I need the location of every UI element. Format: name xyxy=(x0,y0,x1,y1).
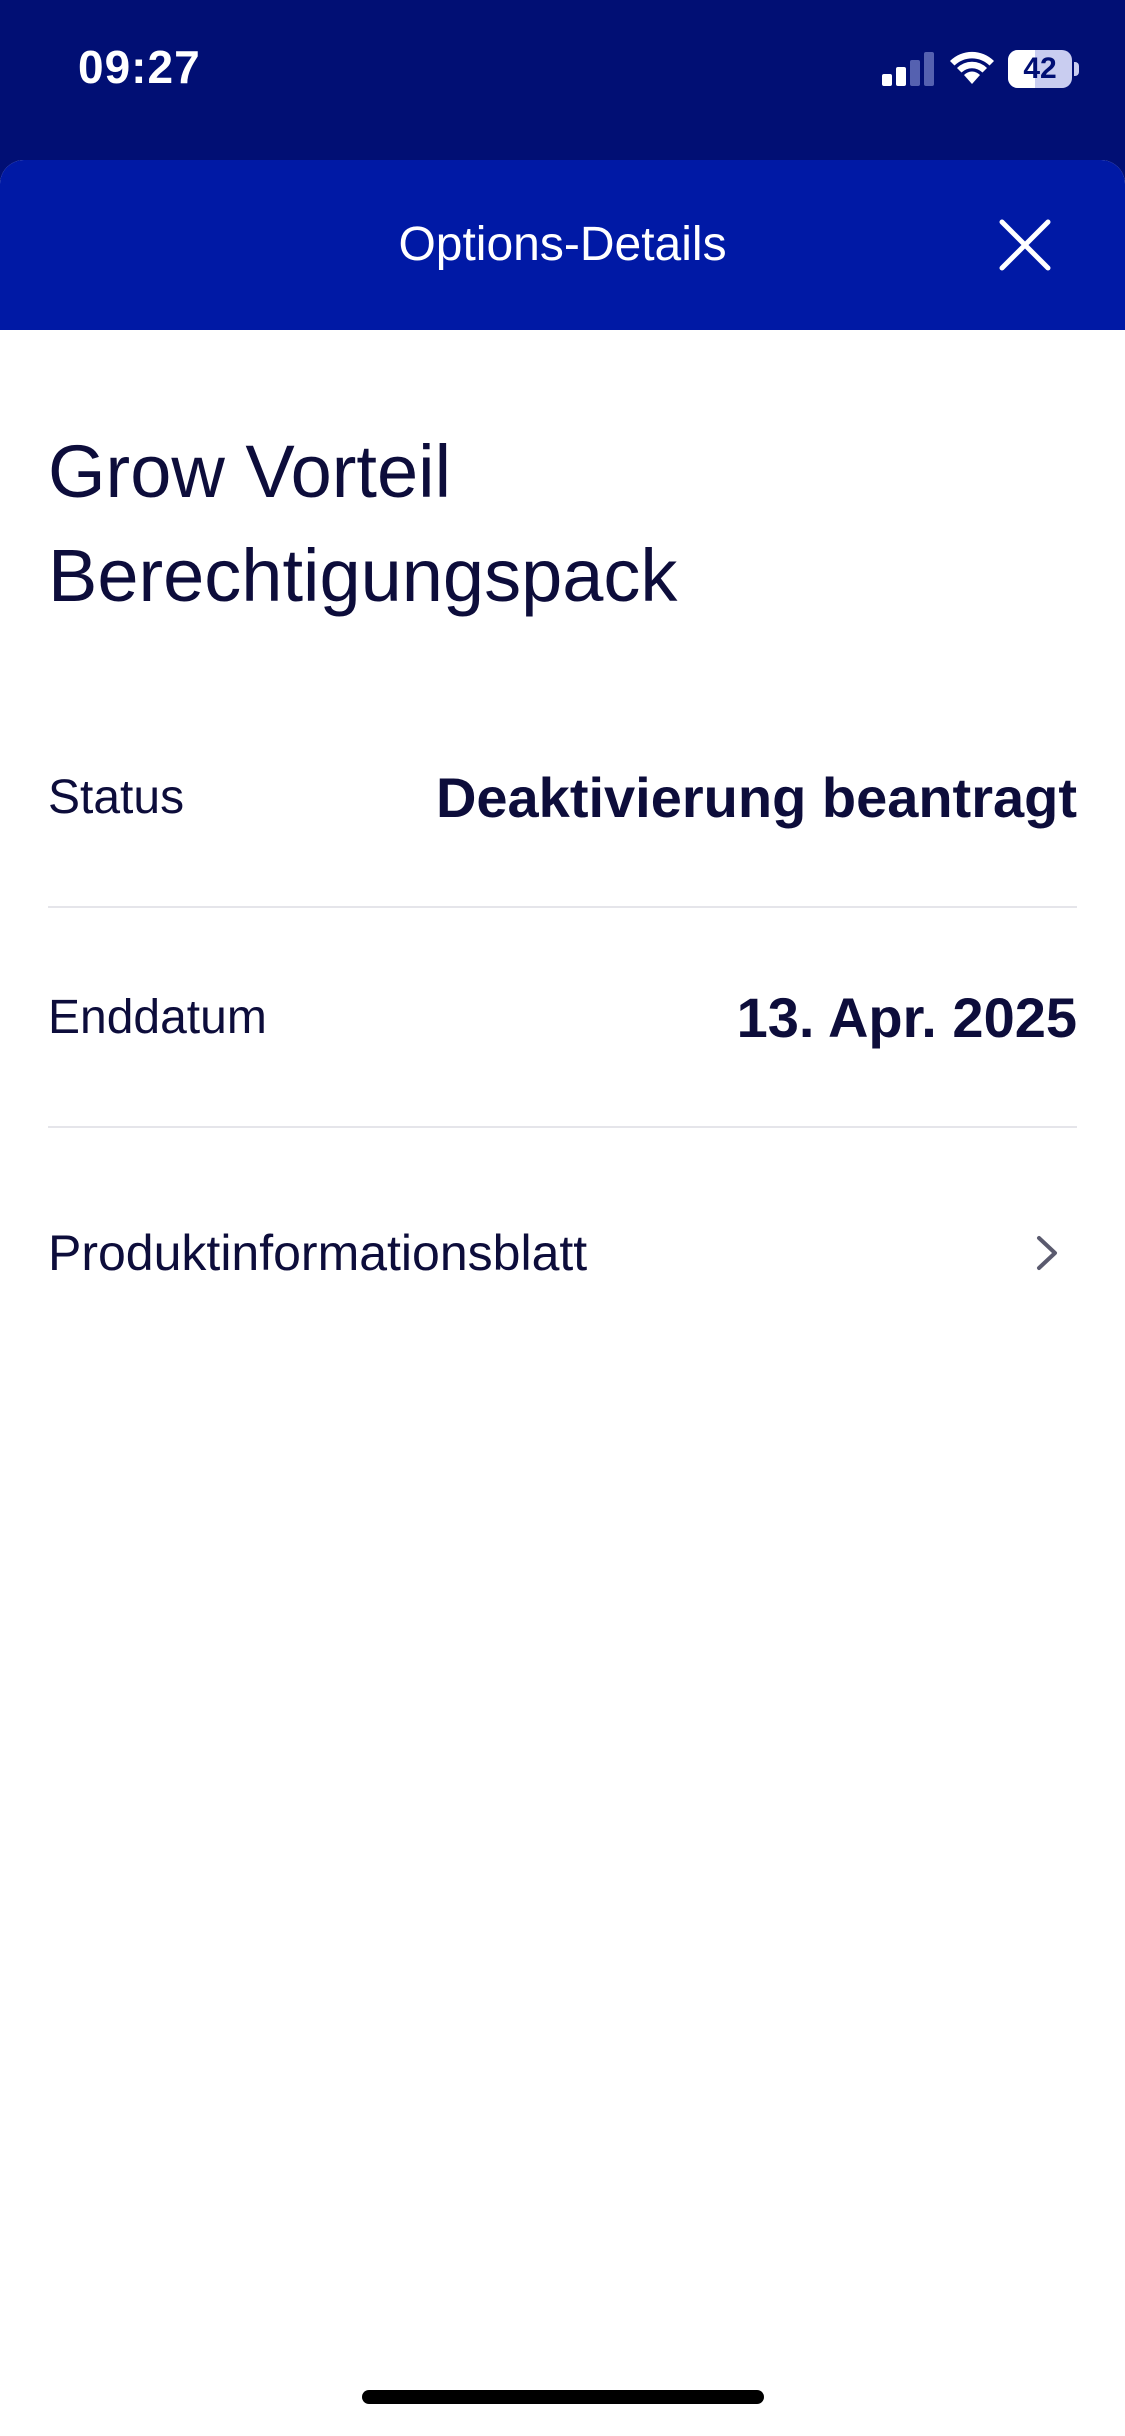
status-bar: 09:27 42 xyxy=(0,0,1125,150)
product-info-sheet-link[interactable]: Produktinformationsblatt xyxy=(48,1218,1077,1408)
sheet-title: Options-Details xyxy=(398,218,727,271)
battery-percent: 42 xyxy=(1023,52,1057,85)
product-title-line1: Grow Vorteil xyxy=(48,430,452,513)
close-icon[interactable] xyxy=(990,210,1060,280)
detail-row-end-date: Enddatum 13. Apr. 2025 xyxy=(48,908,1077,1128)
battery-icon: 42 xyxy=(1008,50,1079,88)
chevron-right-icon xyxy=(1037,1236,1057,1270)
product-info-sheet-label: Produktinformationsblatt xyxy=(48,1225,588,1281)
home-indicator xyxy=(362,2390,764,2404)
status-value: Deaktivierung beantragt xyxy=(435,766,1077,829)
product-title: Grow Vorteil Berechtigungspack xyxy=(48,420,1077,628)
cellular-signal-icon xyxy=(882,52,934,86)
end-date-label: Enddatum xyxy=(48,991,267,1044)
status-label: Status xyxy=(48,771,185,824)
screen: 09:27 42 Options-Details Grow Vorteil Be… xyxy=(0,0,1125,2436)
product-title-line2: Berechtigungspack xyxy=(48,534,678,617)
sheet-header: Options-Details xyxy=(0,160,1125,330)
details-content: Grow Vorteil Berechtigungspack Status De… xyxy=(48,420,1077,1408)
detail-row-status: Status Deaktivierung beantragt xyxy=(48,688,1077,908)
status-time: 09:27 xyxy=(78,41,201,93)
wifi-icon xyxy=(950,51,994,84)
end-date-value: 13. Apr. 2025 xyxy=(736,986,1077,1049)
